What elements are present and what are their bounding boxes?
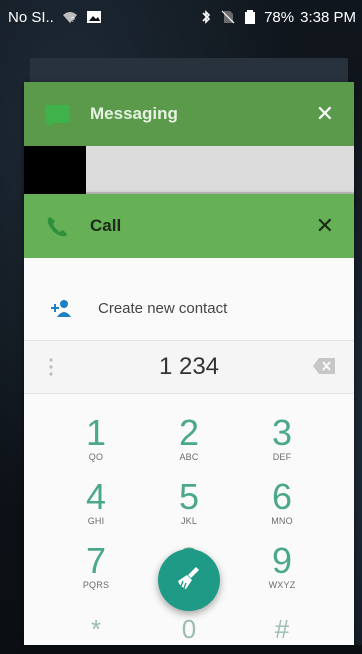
key-letters: QO <box>88 452 104 462</box>
wifi-question-icon: ? <box>62 9 78 25</box>
clear-all-button[interactable] <box>158 549 220 611</box>
dial-key-hash[interactable]: # <box>232 610 332 648</box>
key-letters: PQRS <box>82 580 110 590</box>
bluetooth-icon <box>198 9 214 25</box>
carrier-label: No SI.. <box>8 8 54 26</box>
call-card-header[interactable]: Call ✕ <box>24 194 354 258</box>
broom-icon <box>174 563 204 598</box>
dial-key-2[interactable]: 2 ABC <box>139 412 239 463</box>
create-new-contact-button[interactable]: Create new contact <box>24 290 354 330</box>
messaging-card-title: Messaging <box>90 104 178 123</box>
image-icon <box>86 9 102 25</box>
key-digit: 0 <box>181 614 197 644</box>
key-digit: # <box>274 614 290 644</box>
call-card-title: Call <box>90 216 122 235</box>
dial-key-0[interactable]: 0 <box>139 610 239 648</box>
dial-key-5[interactable]: 5 JKL <box>139 476 239 527</box>
dial-key-1[interactable]: 1 QO <box>46 412 146 463</box>
key-digit: 6 <box>271 476 293 517</box>
close-icon[interactable]: ✕ <box>316 215 334 237</box>
backspace-icon[interactable] <box>312 357 336 375</box>
dial-pad: 1QO 2ABC 3DEF 4GHI 5JKL 6MNO 7PQRS 8 9WX… <box>24 414 354 654</box>
dialed-number[interactable]: 1 234 <box>24 353 354 381</box>
dialed-number-field[interactable]: 1 234 <box>24 340 354 394</box>
key-digit: 2 <box>178 412 200 453</box>
battery-percent: 78% <box>264 8 295 26</box>
key-digit: 7 <box>85 540 107 581</box>
dial-key-6[interactable]: 6 MNO <box>232 476 332 527</box>
dial-key-7[interactable]: 7 PQRS <box>46 540 146 591</box>
dial-key-9[interactable]: 9 WXYZ <box>232 540 332 591</box>
create-contact-label: Create new contact <box>98 300 228 317</box>
no-sim-icon <box>220 9 236 25</box>
dial-key-3[interactable]: 3 DEF <box>232 412 332 463</box>
key-letters: JKL <box>180 516 198 526</box>
key-letters: MNO <box>271 516 293 526</box>
key-digit: 1 <box>85 412 107 453</box>
clock: 3:38 PM <box>300 8 356 26</box>
key-letters: DEF <box>272 452 292 462</box>
svg-text:?: ? <box>71 17 75 24</box>
key-letters: WXYZ <box>268 580 296 590</box>
key-digit: 5 <box>178 476 200 517</box>
key-digit: 3 <box>271 412 293 453</box>
dial-key-4[interactable]: 4 GHI <box>46 476 146 527</box>
key-letters: GHI <box>87 516 105 526</box>
battery-icon <box>242 9 258 25</box>
recent-card-messaging[interactable]: Messaging ✕ <box>24 82 354 200</box>
messaging-card-header[interactable]: Messaging ✕ <box>24 82 354 146</box>
phone-icon <box>44 214 70 240</box>
messaging-icon <box>44 102 70 128</box>
messaging-card-preview <box>24 146 354 200</box>
dial-key-star[interactable]: * <box>46 610 146 648</box>
key-letters: ABC <box>179 452 199 462</box>
status-bar: No SI.. ? 78% 3:38 PM <box>0 0 362 34</box>
key-digit: 4 <box>85 476 107 517</box>
key-digit: 9 <box>271 540 293 581</box>
key-digit: * <box>90 614 102 644</box>
close-icon[interactable]: ✕ <box>316 103 334 125</box>
add-contact-icon <box>50 298 74 318</box>
preview-dark-region <box>24 146 86 194</box>
